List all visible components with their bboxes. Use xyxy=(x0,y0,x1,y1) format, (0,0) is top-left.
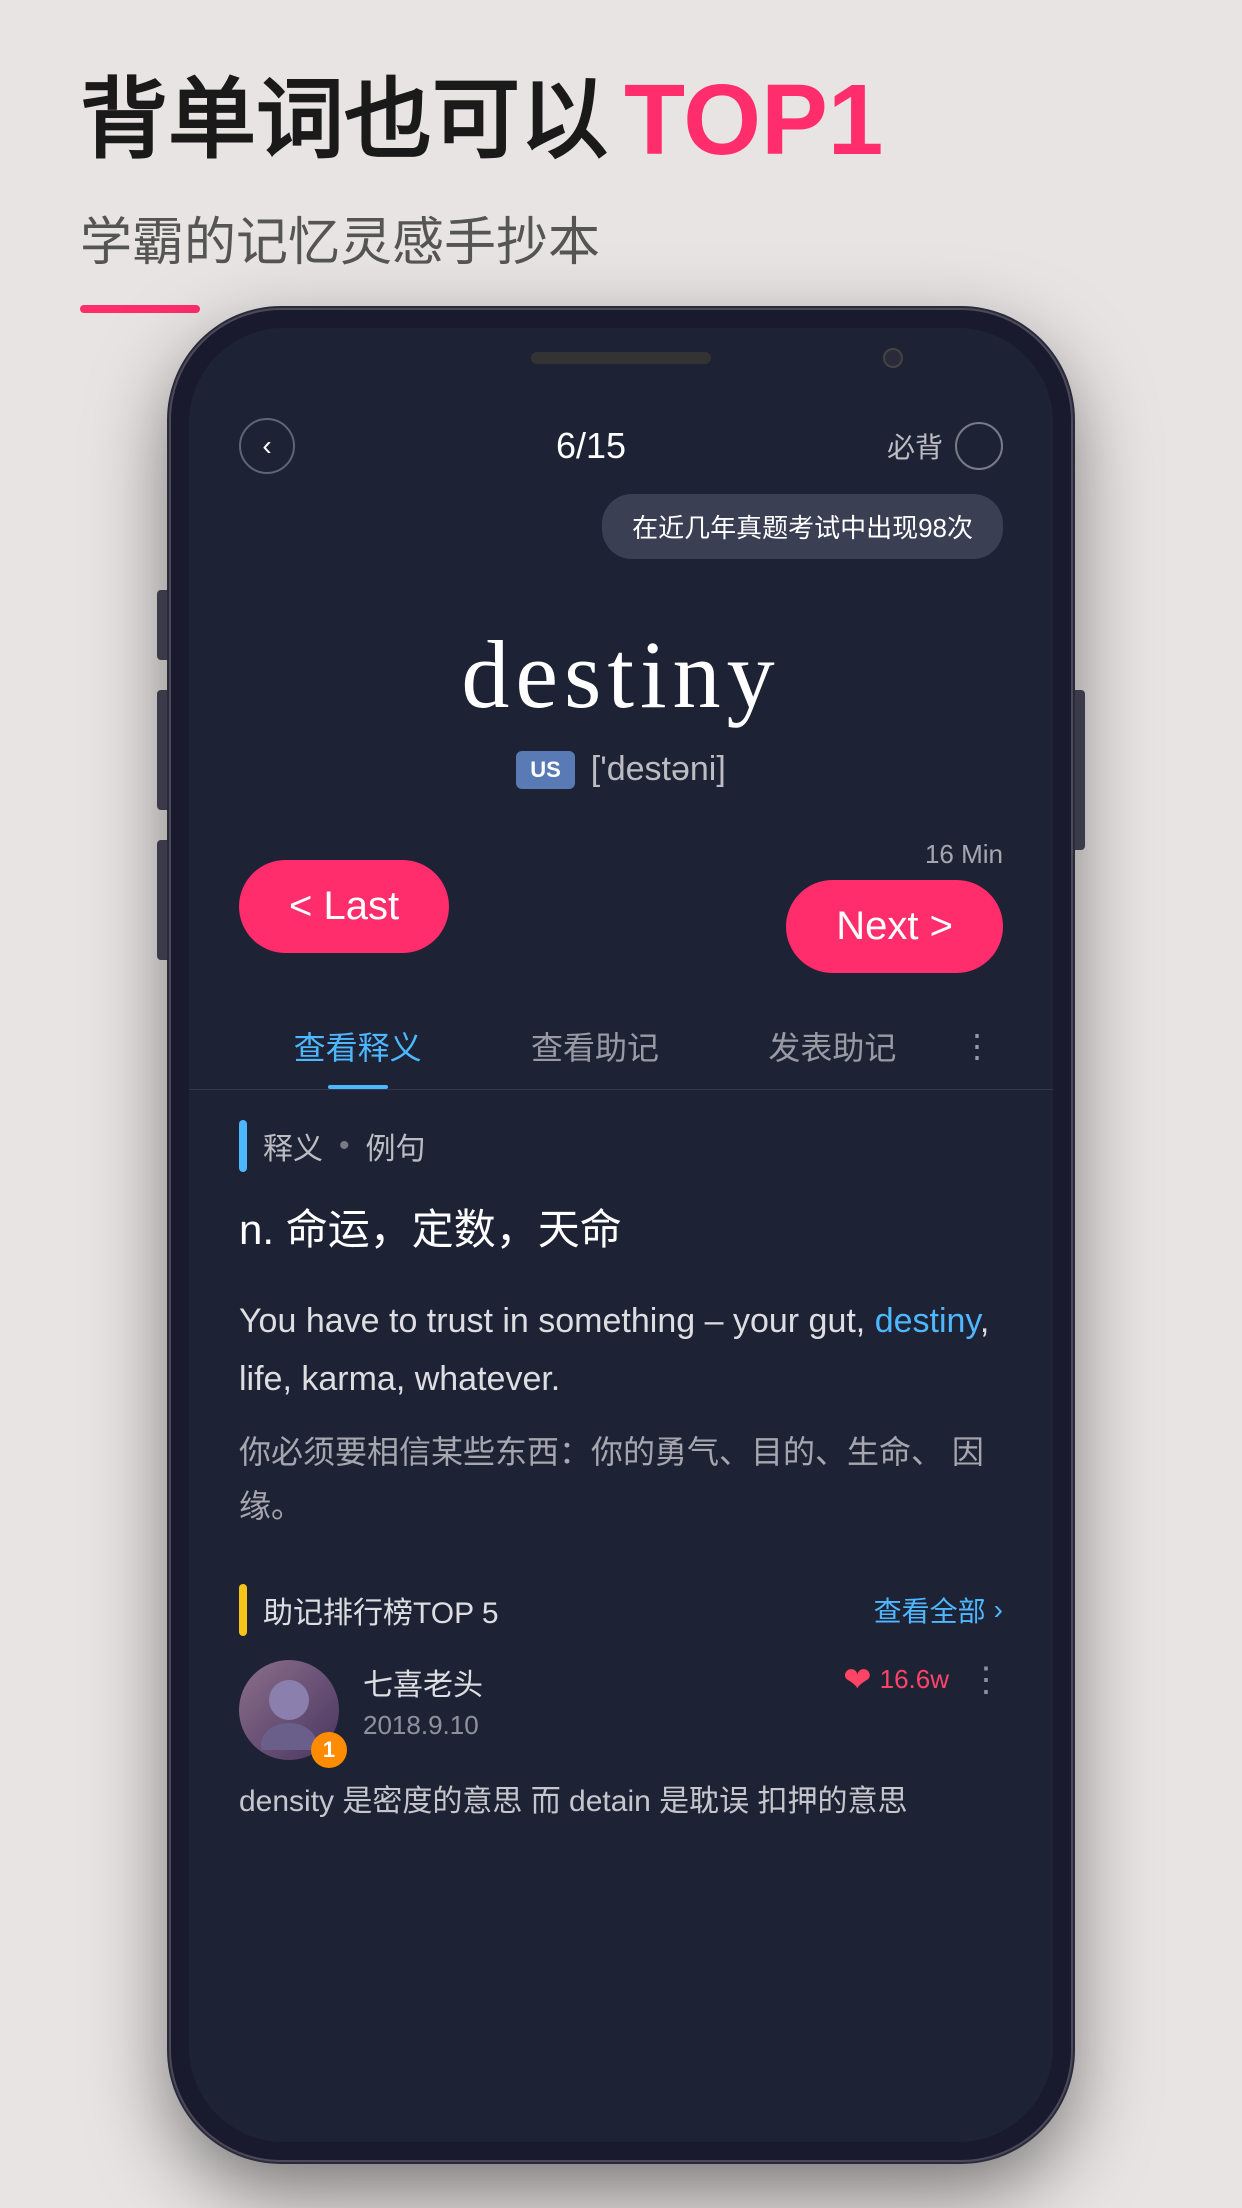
region-badge: US xyxy=(516,751,575,789)
section-bar-blue xyxy=(239,1120,247,1172)
example-chinese: 你必须要相信某些东西：你的勇气、目的、生命、 因缘。 xyxy=(239,1425,1003,1534)
ranking-left: 助记排行榜TOP 5 xyxy=(239,1584,499,1636)
tab-post-mnemonic[interactable]: 发表助记 xyxy=(714,1023,951,1089)
phone-outer: ‹ 6/15 必背 在近几年真题考试中出现98次 destiny US xyxy=(171,310,1071,2160)
phone-inner: ‹ 6/15 必背 在近几年真题考试中出现98次 destiny US xyxy=(189,328,1053,2142)
header-title-text: 背单词也可以 xyxy=(80,67,608,173)
phone-mockup: ‹ 6/15 必背 在近几年真题考试中出现98次 destiny US xyxy=(171,310,1071,2160)
ranking-header: 助记排行榜TOP 5 查看全部 › xyxy=(239,1584,1003,1636)
memorize-toggle[interactable] xyxy=(955,422,1003,470)
like-button[interactable]: ❤ 16.6w xyxy=(843,1660,949,1700)
screen-content: ‹ 6/15 必背 在近几年真题考试中出现98次 destiny US xyxy=(189,388,1053,2142)
header-title: 背单词也可以 TOP1 xyxy=(80,60,1162,180)
section-title-example: 例句 xyxy=(366,1124,426,1168)
tab-definition[interactable]: 查看释义 xyxy=(239,1023,476,1089)
frequency-tooltip: 在近几年真题考试中出现98次 xyxy=(602,494,1003,559)
back-button[interactable]: ‹ xyxy=(239,418,295,474)
tooltip-bar: 在近几年真题考试中出现98次 xyxy=(189,494,1053,579)
phonetic-text: ['destəni] xyxy=(591,750,726,789)
must-memorize-section: 必背 xyxy=(887,422,1003,470)
phone-btn-power xyxy=(1075,690,1085,850)
section-dot: • xyxy=(339,1129,350,1163)
tab-mnemonic[interactable]: 查看助记 xyxy=(476,1023,713,1089)
user-actions: ❤ 16.6w ⋮ xyxy=(843,1660,1003,1700)
tab-more-icon[interactable]: ⋮ xyxy=(951,1027,1003,1085)
rank-badge: 1 xyxy=(311,1732,347,1768)
ranking-area: 助记排行榜TOP 5 查看全部 › xyxy=(189,1564,1053,1847)
nav-right-group: 16 Min Next > xyxy=(786,839,1003,973)
definition-text: n. 命运，定数，天命 xyxy=(239,1196,1003,1263)
nav-buttons: < Last 16 Min Next > xyxy=(189,809,1053,1003)
word-area: destiny US ['destəni] xyxy=(189,579,1053,809)
word-display: destiny xyxy=(239,619,1003,730)
section-header: 释义 • 例句 xyxy=(239,1120,1003,1172)
user-name: 七喜老头 xyxy=(363,1660,819,1704)
example-en-before: You have to trust in something – your gu… xyxy=(239,1302,875,1340)
phone-notch xyxy=(189,328,1053,388)
mnemonic-content: density 是密度的意思 而 detain 是耽误 扣押的意思 xyxy=(239,1776,1003,1827)
section-bar-yellow xyxy=(239,1584,247,1636)
ranking-title: 助记排行榜TOP 5 xyxy=(263,1588,499,1632)
user-date: 2018.9.10 xyxy=(363,1710,819,1741)
example-en-highlight: destiny xyxy=(875,1302,980,1340)
example-english: You have to trust in something – your gu… xyxy=(239,1293,1003,1409)
section-title-def: 释义 xyxy=(263,1124,323,1168)
view-all-button[interactable]: 查看全部 › xyxy=(874,1590,1003,1630)
next-button[interactable]: Next > xyxy=(786,880,1003,973)
user-info: 七喜老头 2018.9.10 xyxy=(363,1660,819,1741)
view-all-arrow: › xyxy=(994,1594,1003,1626)
header-subtitle: 学霸的记忆灵感手抄本 xyxy=(80,200,1162,275)
time-label: 16 Min xyxy=(925,839,1003,870)
view-all-label: 查看全部 xyxy=(874,1590,986,1630)
tabs-bar: 查看释义 查看助记 发表助记 ⋮ xyxy=(189,1003,1053,1090)
last-button[interactable]: < Last xyxy=(239,860,449,953)
phone-speaker xyxy=(531,352,711,364)
phone-camera xyxy=(883,348,903,368)
phonetic-area: US ['destəni] xyxy=(239,750,1003,789)
more-options-icon[interactable]: ⋮ xyxy=(969,1660,1003,1700)
avatar-container: 1 xyxy=(239,1660,339,1760)
header-top1: TOP1 xyxy=(624,60,883,180)
phone-btn-vol-up xyxy=(157,690,167,810)
user-card: 1 七喜老头 2018.9.10 ❤ 16.6w ⋮ xyxy=(239,1660,1003,1760)
heart-icon: ❤ xyxy=(843,1660,872,1700)
must-memorize-label: 必背 xyxy=(887,426,943,466)
phone-btn-mute xyxy=(157,590,167,660)
progress-indicator: 6/15 xyxy=(556,425,626,467)
top-bar: ‹ 6/15 必背 xyxy=(189,388,1053,494)
phone-btn-vol-down xyxy=(157,840,167,960)
header-section: 背单词也可以 TOP1 学霸的记忆灵感手抄本 xyxy=(80,60,1162,313)
like-count: 16.6w xyxy=(880,1664,949,1695)
definition-area: 释义 • 例句 n. 命运，定数，天命 You have to trust in… xyxy=(189,1090,1053,1564)
